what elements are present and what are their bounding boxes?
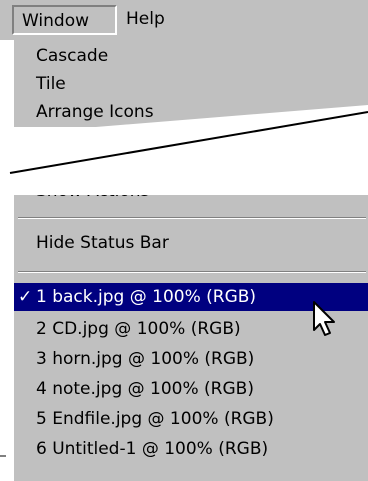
document-item-6[interactable]: 6 Untitled-1 @ 100% (RGB) (14, 435, 368, 463)
checkmark-icon: ✓ (18, 287, 33, 307)
document-item-5[interactable]: 5 Endfile.jpg @ 100% (RGB) (14, 405, 368, 433)
menu-separator (18, 271, 366, 273)
help-menu[interactable]: Help (118, 5, 208, 35)
menu-item-hide-status-bar[interactable]: Hide Status Bar (14, 229, 368, 257)
document-item-label: 1 back.jpg @ 100% (RGB) (36, 287, 257, 307)
menu-item-tile[interactable]: Tile (14, 70, 368, 98)
mouse-pointer-icon (313, 301, 335, 336)
window-menu[interactable]: Window (12, 5, 117, 35)
menu-separator (18, 217, 366, 219)
menu-item-cascade[interactable]: Cascade (14, 42, 368, 70)
document-item-3[interactable]: 3 horn.jpg @ 100% (RGB) (14, 345, 368, 373)
document-item-4[interactable]: 4 note.jpg @ 100% (RGB) (14, 375, 368, 403)
menu-bar: Window Help (0, 0, 368, 40)
